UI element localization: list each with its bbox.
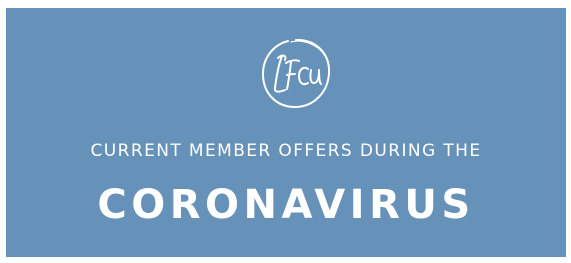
offers-subtitle: CURRENT MEMBER OFFERS DURING THE [90,141,482,161]
page: CURRENT MEMBER OFFERS DURING THE CORONAV… [0,0,571,263]
lfcu-logo-icon [258,36,334,112]
promo-banner: CURRENT MEMBER OFFERS DURING THE CORONAV… [6,8,566,257]
coronavirus-headline: CORONAVIRUS [97,182,475,228]
